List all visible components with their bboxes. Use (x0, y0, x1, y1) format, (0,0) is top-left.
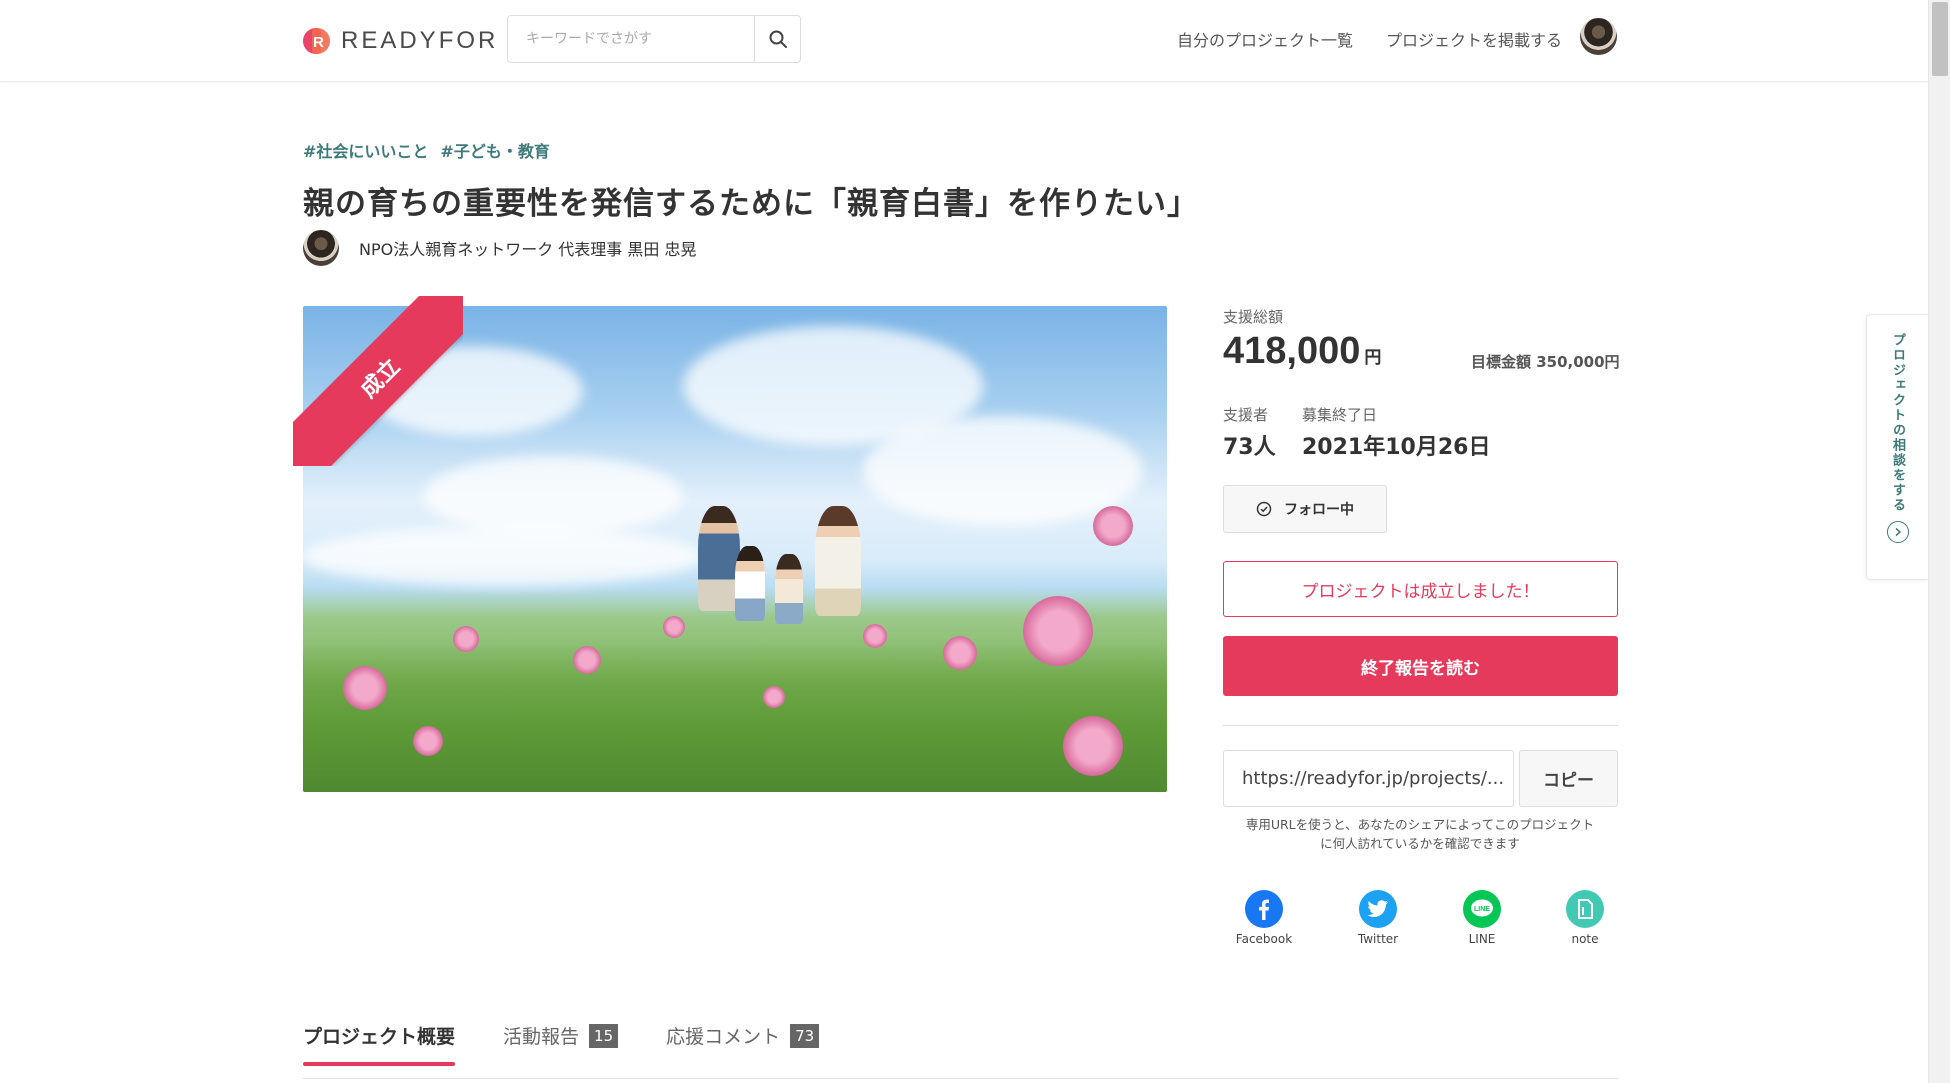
svg-text:LINE: LINE (1474, 906, 1490, 913)
total-amount: 418,000 円 (1223, 330, 1382, 372)
ribbon-label: 成立 (293, 296, 463, 466)
site-header: R READYFOR 自分のプロジェクト一覧 プロジェクトを掲載する (0, 0, 1928, 82)
activity-report-count: 15 (589, 1023, 619, 1048)
tabs-divider (303, 1078, 1618, 1079)
project-tabs: プロジェクト概要 活動報告 15 応援コメント 73 (303, 1022, 820, 1066)
tab-overview[interactable]: プロジェクト概要 (303, 1022, 456, 1066)
search-button[interactable] (754, 16, 800, 62)
support-comment-count: 73 (790, 1023, 820, 1048)
facebook-icon (1245, 890, 1283, 928)
share-url-field[interactable]: https://readyfor.jp/projects/... (1223, 750, 1514, 807)
share-url-note: 専用URLを使うと、あなたのシェアによってこのプロジェクトに何人訪れているかを確… (1245, 817, 1595, 851)
project-tags: #社会にいいこと #子ども・教育 (303, 138, 550, 162)
share-line[interactable]: LINE LINE (1442, 890, 1522, 946)
twitter-icon (1359, 890, 1397, 928)
chevron-right-icon (1886, 521, 1909, 543)
goal-amount: 目標金額 350,000円 (1471, 353, 1620, 371)
share-note[interactable]: note (1545, 890, 1625, 946)
page-scrollbar[interactable] (1928, 0, 1950, 1083)
tag-social-good[interactable]: #社会にいいこと (303, 138, 428, 162)
search-icon (769, 30, 787, 48)
share-twitter[interactable]: Twitter (1338, 890, 1418, 946)
owner-name: NPO法人親育ネットワーク 代表理事 黒田 忠晃 (359, 240, 697, 259)
logo-icon: R (303, 28, 333, 54)
success-ribbon: 成立 (293, 296, 463, 466)
share-facebook[interactable]: Facebook (1224, 890, 1304, 946)
project-title: 親の育ちの重要性を発信するために「親育白書」を作りたい」 (303, 186, 1199, 222)
search-input[interactable] (508, 16, 754, 62)
nav-my-projects[interactable]: 自分のプロジェクト一覧 (1177, 27, 1353, 51)
consultation-label: プロジェクトの相談をする (1890, 333, 1905, 513)
check-circle-icon (1256, 501, 1272, 517)
tab-support-comments[interactable]: 応援コメント 73 (666, 1022, 820, 1063)
nav-post-project[interactable]: プロジェクトを掲載する (1386, 27, 1562, 51)
search-box (507, 15, 801, 63)
read-report-button[interactable]: 終了報告を読む (1223, 636, 1618, 696)
total-label: 支援総額 (1223, 308, 1284, 326)
success-message: プロジェクトは成立しました！ (1223, 561, 1618, 617)
divider (1223, 725, 1618, 726)
readyfor-logo[interactable]: R READYFOR (303, 27, 498, 55)
logo-text: READYFOR (341, 27, 499, 54)
backers-count: 73人 (1223, 435, 1276, 460)
follow-button[interactable]: フォロー中 (1223, 485, 1387, 533)
tag-children-education[interactable]: #子ども・教育 (440, 138, 549, 162)
note-icon (1566, 890, 1604, 928)
owner-avatar (303, 230, 339, 266)
project-owner[interactable]: NPO法人親育ネットワーク 代表理事 黒田 忠晃 (303, 230, 696, 266)
scrollbar-thumb[interactable] (1932, 2, 1948, 76)
user-avatar[interactable] (1580, 18, 1617, 55)
copy-button[interactable]: コピー (1519, 750, 1618, 807)
tab-activity-reports[interactable]: 活動報告 15 (503, 1022, 619, 1063)
consultation-side-button[interactable]: プロジェクトの相談をする (1866, 314, 1928, 580)
backers-label: 支援者 (1223, 406, 1269, 424)
end-date-label: 募集終了日 (1302, 406, 1378, 424)
line-icon: LINE (1463, 890, 1501, 928)
end-date: 2021年10月26日 (1302, 435, 1491, 460)
